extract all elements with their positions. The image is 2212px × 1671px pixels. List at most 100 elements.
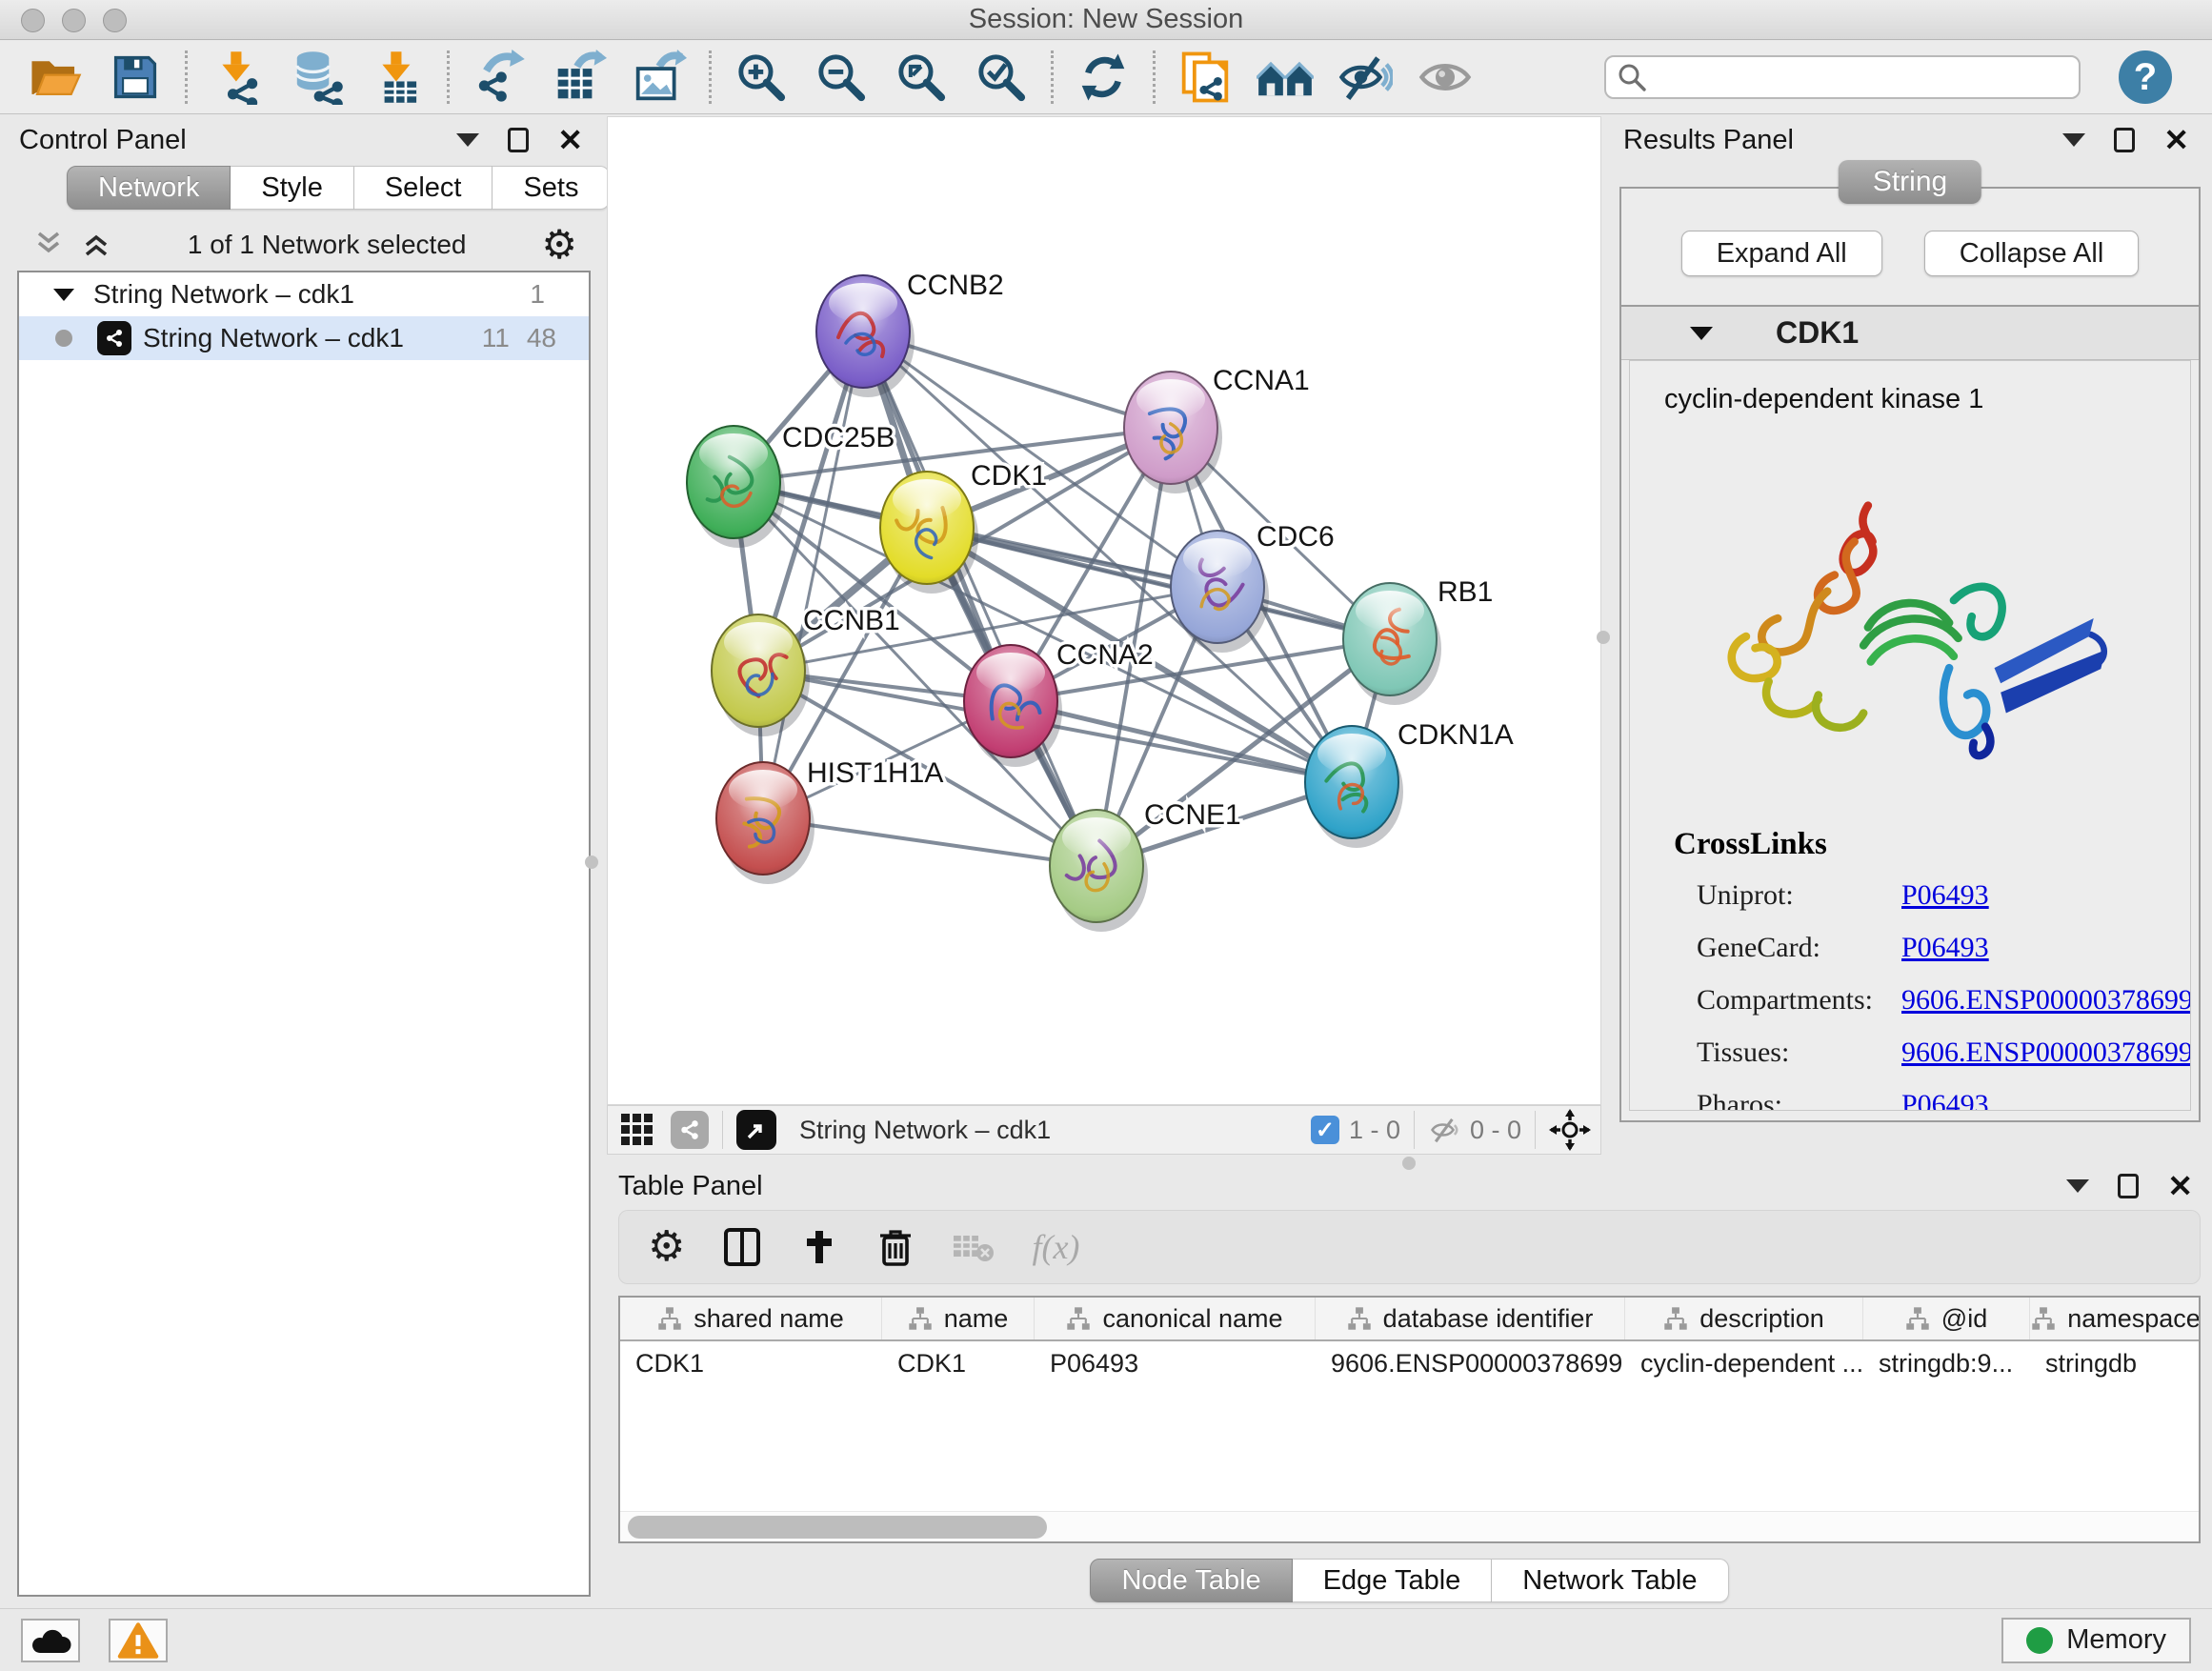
copy-network-icon xyxy=(1177,50,1233,105)
import-network-database-button[interactable] xyxy=(277,47,357,108)
cell-name: CDK1 xyxy=(882,1349,1035,1379)
panel-menu-icon[interactable] xyxy=(2066,1179,2089,1193)
show-columns-icon[interactable] xyxy=(721,1226,763,1268)
column-header-namespace[interactable]: namespace xyxy=(2030,1298,2201,1339)
detach-view-icon[interactable] xyxy=(736,1110,776,1150)
zoom-fit-button[interactable] xyxy=(881,47,961,108)
tab-select[interactable]: Select xyxy=(354,166,493,210)
expand-all-button[interactable]: Expand All xyxy=(1681,231,1882,276)
crosslink-pharos[interactable]: P06493 xyxy=(1901,1089,2191,1111)
delete-column-trash-icon[interactable] xyxy=(875,1226,915,1268)
node-label-CDC25B: CDC25B xyxy=(782,422,895,453)
memory-button[interactable]: Memory xyxy=(2001,1618,2191,1663)
entry-collapse-caret-icon[interactable] xyxy=(1690,327,1713,340)
network-options-gear-icon[interactable]: ⚙ xyxy=(541,225,577,265)
collapse-all-tree-icon[interactable] xyxy=(80,230,112,260)
network-node-CDKN1A[interactable]: CDKN1A xyxy=(1305,719,1514,848)
network-share-icon[interactable] xyxy=(671,1111,709,1149)
node-entry-header[interactable]: CDK1 xyxy=(1621,307,2199,360)
save-session-button[interactable] xyxy=(95,47,175,108)
network-node-CCNB1[interactable]: CCNB1 xyxy=(712,605,900,736)
help-button[interactable]: ? xyxy=(2119,50,2172,104)
close-panel-icon[interactable]: ✕ xyxy=(557,125,583,155)
open-session-button[interactable] xyxy=(15,47,95,108)
float-panel-icon[interactable] xyxy=(508,128,529,152)
eye-icon xyxy=(1418,50,1473,105)
search-input[interactable] xyxy=(1648,63,2069,92)
node-label-CDKN1A: CDKN1A xyxy=(1398,719,1514,751)
node-label-CDK1: CDK1 xyxy=(971,460,1047,492)
minimize-window-button[interactable] xyxy=(62,9,86,32)
column-header-id[interactable]: @id xyxy=(1863,1298,2030,1339)
table-row[interactable]: CDK1 CDK1 P06493 9606.ENSP00000378699 cy… xyxy=(620,1341,2199,1385)
pan-crosshair-icon[interactable] xyxy=(1549,1109,1591,1151)
crosslink-uniprot[interactable]: P06493 xyxy=(1901,879,2191,912)
tab-network[interactable]: Network xyxy=(67,166,231,210)
warning-status-button[interactable] xyxy=(109,1619,168,1662)
column-header-description[interactable]: description xyxy=(1625,1298,1863,1339)
crosslink-tissues[interactable]: 9606.ENSP00000378699 xyxy=(1901,1037,2191,1069)
network-collection-row[interactable]: String Network – cdk1 1 xyxy=(19,272,589,316)
first-neighbors-button[interactable] xyxy=(1245,47,1325,108)
left-splitter-handle[interactable] xyxy=(585,856,598,869)
expand-all-tree-icon[interactable] xyxy=(32,230,65,260)
panel-menu-icon[interactable] xyxy=(456,133,479,147)
network-status-dot-icon xyxy=(55,330,72,347)
scrollbar-thumb[interactable] xyxy=(628,1516,1047,1539)
status-bar: Memory xyxy=(0,1608,2212,1671)
tab-style[interactable]: Style xyxy=(231,166,353,210)
new-network-from-selection-button[interactable] xyxy=(1165,47,1245,108)
selected-checkbox-icon[interactable]: ✓ xyxy=(1311,1116,1339,1144)
tab-network-table[interactable]: Network Table xyxy=(1492,1559,1728,1602)
network-node-CDC6[interactable]: CDC6 xyxy=(1171,521,1335,653)
column-header-name[interactable]: name xyxy=(882,1298,1035,1339)
close-panel-icon[interactable]: ✕ xyxy=(2163,125,2189,155)
hide-selected-button[interactable] xyxy=(1325,47,1405,108)
zoom-out-button[interactable] xyxy=(801,47,881,108)
network-node-CCNE1[interactable]: CCNE1 xyxy=(1050,799,1241,932)
import-network-file-button[interactable] xyxy=(197,47,277,108)
right-splitter-handle[interactable] xyxy=(1597,631,1610,644)
close-window-button[interactable] xyxy=(21,9,45,32)
import-table-file-button[interactable] xyxy=(357,47,437,108)
float-panel-icon[interactable] xyxy=(2118,1174,2139,1198)
network-view-toolbar: String Network – cdk1 ✓ 1 - 0 0 - 0 xyxy=(607,1105,1601,1155)
birds-eye-grid-icon[interactable] xyxy=(617,1110,657,1150)
refresh-button[interactable] xyxy=(1063,47,1143,108)
network-canvas[interactable]: CCNB2CCNA1CDC25BCDK1CDC6RB1CCNB1CCNA2CDK… xyxy=(607,116,1601,1105)
network-node-CDK1[interactable]: CDK1 xyxy=(880,460,1047,594)
export-table-button[interactable] xyxy=(539,47,619,108)
cell-canonical-name: P06493 xyxy=(1035,1349,1316,1379)
tab-sets[interactable]: Sets xyxy=(493,166,610,210)
collapse-all-button[interactable]: Collapse All xyxy=(1924,231,2140,276)
table-horizontal-scrollbar[interactable] xyxy=(620,1511,2199,1541)
crosslink-genecard[interactable]: P06493 xyxy=(1901,932,2191,964)
column-header-canonical-name[interactable]: canonical name xyxy=(1035,1298,1316,1339)
tab-edge-table[interactable]: Edge Table xyxy=(1293,1559,1493,1602)
network-row[interactable]: String Network – cdk1 11 48 xyxy=(19,316,589,360)
tab-node-table[interactable]: Node Table xyxy=(1090,1559,1292,1602)
export-network-button[interactable] xyxy=(459,47,539,108)
network-node-CCNB2[interactable]: CCNB2 xyxy=(816,270,1004,397)
panel-menu-icon[interactable] xyxy=(2062,133,2085,147)
zoom-selected-button[interactable] xyxy=(961,47,1041,108)
show-all-button[interactable] xyxy=(1405,47,1485,108)
cloud-status-button[interactable] xyxy=(21,1619,80,1662)
network-node-HIST1H1A[interactable]: HIST1H1A xyxy=(716,757,943,884)
column-header-shared-name[interactable]: shared name xyxy=(620,1298,882,1339)
table-options-gear-icon[interactable]: ⚙ xyxy=(648,1226,685,1268)
tab-string[interactable]: String xyxy=(1839,160,1981,204)
crosslink-compartments[interactable]: 9606.ENSP00000378699 xyxy=(1901,984,2191,1017)
control-panel: Control Panel ✕ Network Style Select Set… xyxy=(8,120,602,1602)
zoom-in-button[interactable] xyxy=(721,47,801,108)
float-panel-icon[interactable] xyxy=(2114,128,2135,152)
collection-expand-caret-icon[interactable] xyxy=(53,289,74,301)
column-header-database-identifier[interactable]: database identifier xyxy=(1316,1298,1625,1339)
add-column-icon[interactable] xyxy=(799,1227,839,1267)
close-panel-icon[interactable]: ✕ xyxy=(2167,1171,2193,1201)
export-image-button[interactable] xyxy=(619,47,699,108)
network-node-RB1[interactable]: RB1 xyxy=(1343,576,1493,705)
toolbar-search[interactable] xyxy=(1604,55,2081,99)
network-graph[interactable]: CCNB2CCNA1CDC25BCDK1CDC6RB1CCNB1CCNA2CDK… xyxy=(608,117,1600,1104)
zoom-window-button[interactable] xyxy=(103,9,127,32)
